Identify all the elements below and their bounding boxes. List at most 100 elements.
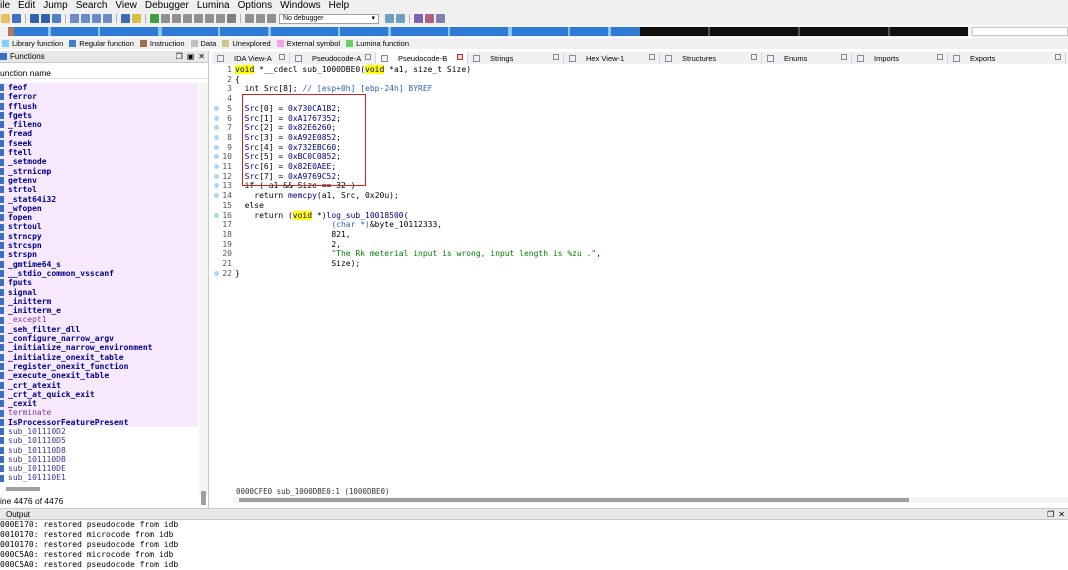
- function-list-item[interactable]: _gmtime64_s: [0, 259, 198, 269]
- function-list-item[interactable]: _crt_at_quick_exit: [0, 389, 198, 400]
- code-icon[interactable]: [150, 14, 159, 23]
- menu-item-options[interactable]: Options: [234, 0, 276, 12]
- function-list-item[interactable]: _setmode: [0, 157, 198, 167]
- function-list-item[interactable]: _strnicmp: [0, 166, 198, 176]
- breakpoint-dot-icon[interactable]: [214, 115, 219, 121]
- function-list-item[interactable]: fputs: [0, 278, 198, 288]
- menu-item-debugger[interactable]: Debugger: [141, 0, 193, 12]
- flow-icon[interactable]: [425, 14, 434, 23]
- function-list-item[interactable]: __stdio_common_vsscanf: [0, 268, 198, 279]
- breakpoint-dot-icon[interactable]: [214, 173, 219, 179]
- function-list-item[interactable]: _except1: [0, 315, 198, 325]
- data-icon[interactable]: [161, 14, 170, 23]
- close-icon[interactable]: ✕: [1058, 510, 1065, 519]
- code-text[interactable]: {: [235, 75, 240, 85]
- breakpoint-dot-icon[interactable]: [214, 183, 219, 189]
- function-list-item[interactable]: _fileno: [0, 120, 198, 130]
- debugger-select[interactable]: No debugger ▾: [279, 13, 379, 24]
- function-list-item[interactable]: strtoul: [0, 222, 198, 232]
- tab-ida-view-a[interactable]: IDA View-A: [212, 52, 290, 64]
- breakpoint-dot-icon[interactable]: [214, 212, 219, 218]
- menu-item-search[interactable]: Search: [72, 0, 112, 12]
- close-x-icon[interactable]: [227, 14, 236, 23]
- string-icon[interactable]: [194, 14, 203, 23]
- close-icon[interactable]: ✕: [198, 52, 205, 61]
- search-text-icon[interactable]: [81, 14, 90, 23]
- float-icon[interactable]: ▣: [187, 52, 195, 61]
- download-icon[interactable]: [121, 14, 130, 23]
- step-icon[interactable]: [396, 14, 405, 23]
- function-list-item[interactable]: sub_101110DB: [0, 454, 198, 465]
- function-list-item[interactable]: ferror: [0, 92, 198, 102]
- function-list-item[interactable]: _seh_filter_dll: [0, 324, 198, 335]
- xrefs-icon[interactable]: [436, 14, 445, 23]
- forward-icon[interactable]: [41, 14, 50, 23]
- back-icon[interactable]: [30, 14, 39, 23]
- save-icon[interactable]: [12, 14, 21, 23]
- function-list-item[interactable]: signal: [0, 287, 198, 297]
- functions-vertical-scrollbar[interactable]: [199, 83, 208, 505]
- scrollbar-thumb[interactable]: [201, 491, 206, 505]
- function-list-item[interactable]: _initterm_e: [0, 306, 198, 316]
- function-list-item[interactable]: strspn: [0, 250, 198, 260]
- play-icon[interactable]: [245, 14, 254, 23]
- functions-horizontal-scrollbar[interactable]: [6, 487, 40, 491]
- menu-item-lumina[interactable]: Lumina: [193, 0, 234, 12]
- function-list-item[interactable]: fseek: [0, 138, 198, 149]
- menu-item-edit[interactable]: Edit: [14, 0, 39, 12]
- function-list-item[interactable]: strtol: [0, 185, 198, 195]
- breakpoint-dot-icon[interactable]: [214, 164, 219, 169]
- attach-icon[interactable]: [385, 14, 394, 23]
- function-list-item[interactable]: _initialize_onexit_table: [0, 352, 198, 362]
- tab-close-icon[interactable]: [279, 54, 285, 60]
- text-icon[interactable]: [132, 14, 141, 23]
- tab-close-icon[interactable]: [1055, 54, 1061, 60]
- breakpoint-dot-icon[interactable]: [214, 154, 219, 160]
- function-list-item[interactable]: sub_101110DE: [0, 464, 198, 474]
- tab-hex-view-1[interactable]: Hex View-1: [564, 52, 660, 64]
- function-list-item[interactable]: strcspn: [0, 241, 198, 251]
- function-list-item[interactable]: _initialize_narrow_environment: [0, 343, 198, 353]
- offset-icon[interactable]: [205, 14, 214, 23]
- function-list-item[interactable]: ftell: [0, 148, 198, 158]
- function-list-item[interactable]: fread: [0, 129, 198, 139]
- tab-structures[interactable]: Structures: [660, 52, 762, 64]
- search-imm-icon[interactable]: [92, 14, 101, 23]
- breakpoint-dot-icon[interactable]: [214, 144, 219, 150]
- menu-item-windows[interactable]: Windows: [276, 0, 325, 12]
- function-list-item[interactable]: sub_101110E1: [0, 473, 198, 483]
- tab-close-icon[interactable]: [553, 54, 559, 60]
- search-binary-icon[interactable]: [70, 14, 79, 23]
- function-list-item[interactable]: _configure_narrow_argv: [0, 334, 198, 344]
- code-text[interactable]: else: [235, 201, 264, 211]
- code-text[interactable]: }: [235, 269, 240, 279]
- code-text[interactable]: (char *)&byte_10112333,: [235, 220, 442, 230]
- function-list-item[interactable]: feof: [0, 83, 198, 93]
- function-name-column-header[interactable]: unction name: [0, 67, 208, 79]
- function-list-item[interactable]: _register_onexit_function: [0, 361, 198, 372]
- tab-enums[interactable]: Enums: [762, 52, 852, 64]
- jump-icon[interactable]: [52, 14, 61, 23]
- function-list-item[interactable]: fflush: [0, 101, 198, 111]
- tab-imports[interactable]: Imports: [852, 52, 948, 64]
- navigation-strip[interactable]: [8, 27, 968, 36]
- code-text[interactable]: return memcpy(a1, Src, 0x20u);: [235, 191, 399, 201]
- restore-icon[interactable]: ❐: [1047, 510, 1054, 519]
- function-list-item[interactable]: _execute_onexit_table: [0, 371, 198, 381]
- code-horizontal-scrollbar[interactable]: [233, 497, 1068, 503]
- function-list-item[interactable]: _crt_atexit: [0, 380, 198, 390]
- breakpoint-dot-icon[interactable]: [214, 134, 219, 140]
- code-text[interactable]: 2,: [235, 240, 341, 250]
- tab-close-icon[interactable]: [365, 54, 371, 60]
- menu-item-view[interactable]: View: [111, 0, 141, 12]
- function-list-item[interactable]: fopen: [0, 213, 198, 223]
- function-list-item[interactable]: _wfopen: [0, 203, 198, 214]
- tab-close-icon[interactable]: [457, 54, 463, 60]
- restore-icon[interactable]: ❐: [176, 52, 183, 61]
- array-icon[interactable]: [183, 14, 192, 23]
- tab-pseudocode-a[interactable]: Pseudocode-A: [290, 52, 376, 64]
- menu-item-ile[interactable]: ile: [0, 0, 14, 12]
- undefine-icon[interactable]: [216, 14, 225, 23]
- code-text[interactable]: 821,: [235, 230, 350, 240]
- breakpoint-dot-icon[interactable]: [214, 270, 219, 276]
